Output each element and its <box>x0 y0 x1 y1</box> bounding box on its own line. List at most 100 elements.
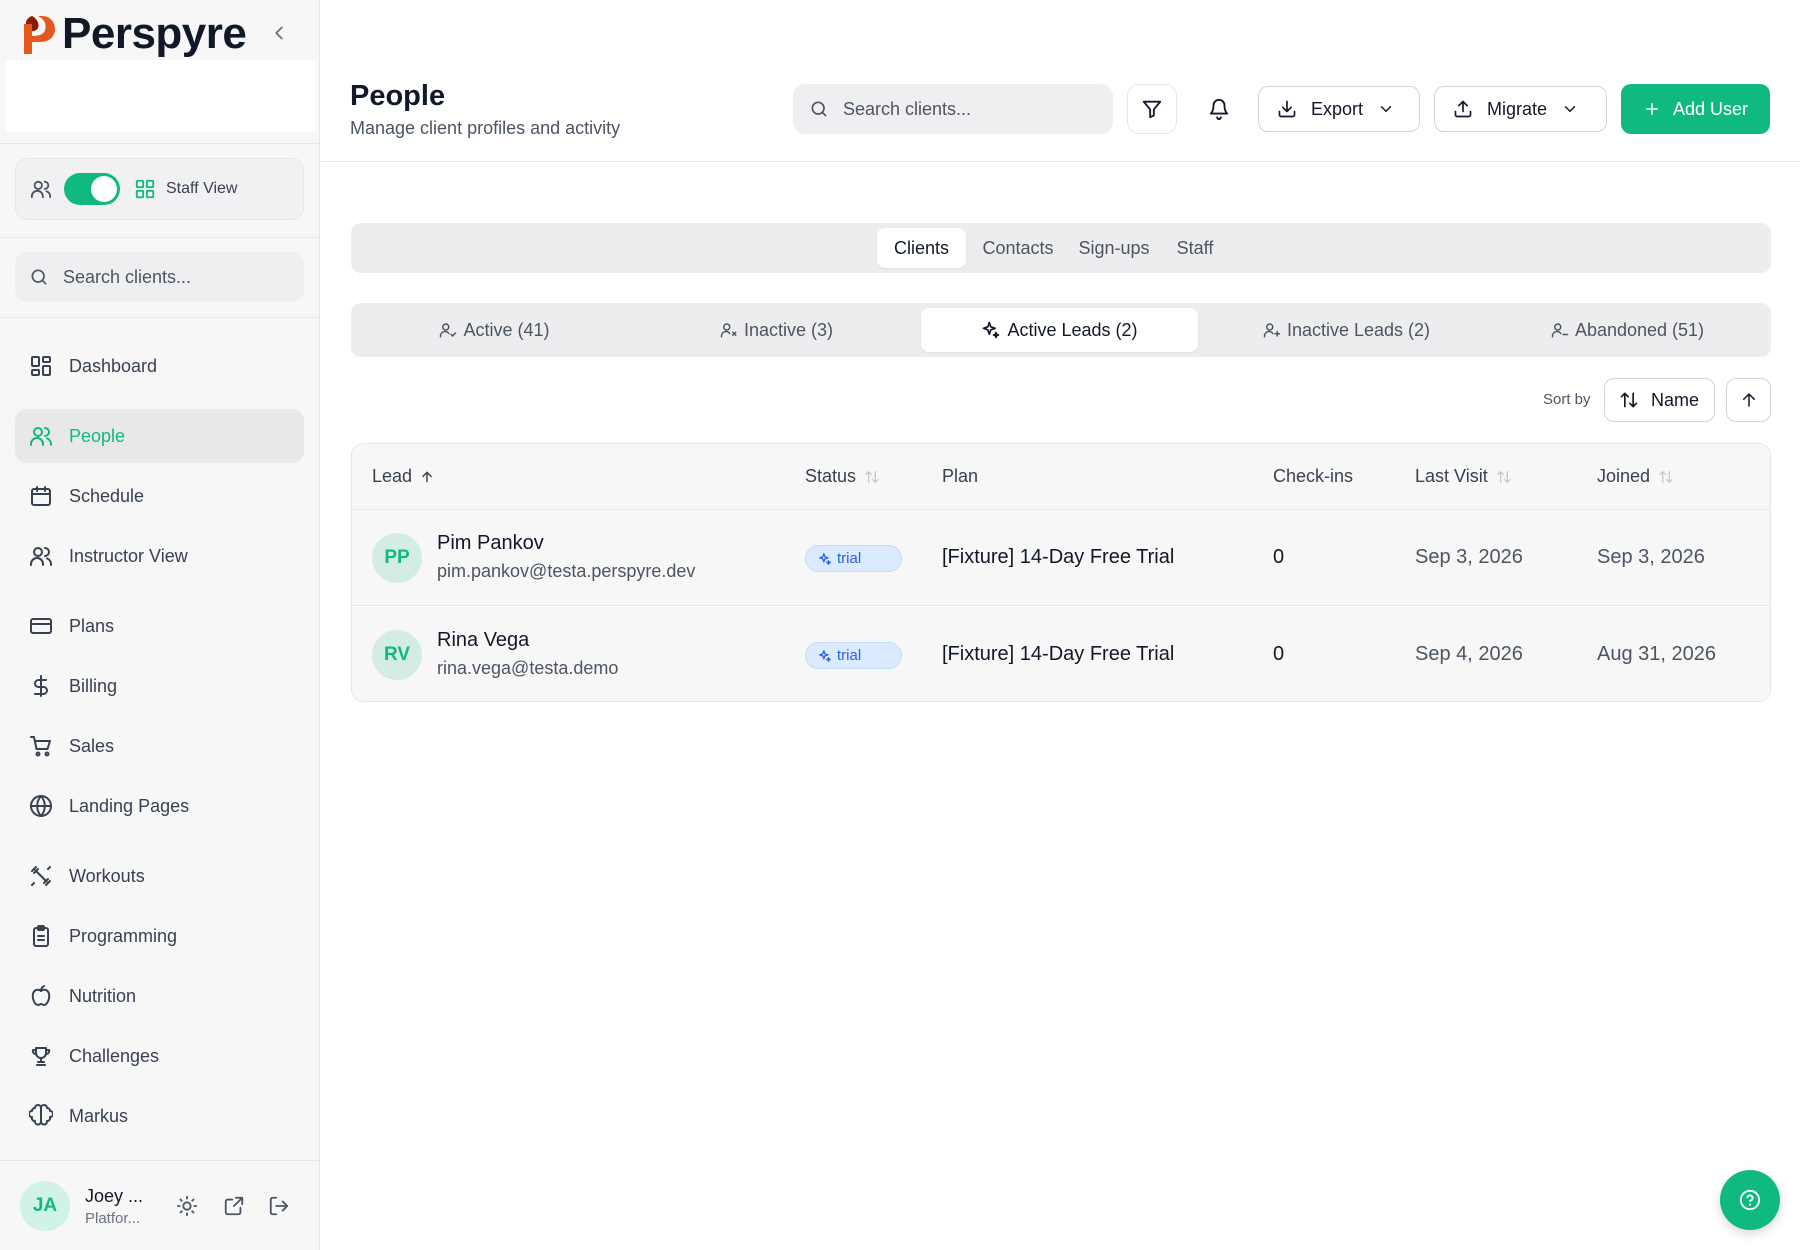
status-label: trial <box>837 550 862 567</box>
brain-icon <box>29 1104 53 1128</box>
lead-name[interactable]: Pim Pankov <box>437 532 544 555</box>
bell-icon[interactable] <box>1207 97 1231 121</box>
column-status[interactable]: Status <box>805 466 880 487</box>
last-visit-cell: Sep 4, 2026 <box>1415 643 1523 665</box>
users-icon <box>29 544 53 568</box>
chevron-down-icon <box>1561 100 1579 118</box>
sidebar-item-billing[interactable]: Billing <box>15 659 304 713</box>
sidebar-item-programming[interactable]: Programming <box>15 909 304 963</box>
sidebar-item-landing-pages[interactable]: Landing Pages <box>15 779 304 833</box>
tab-contacts[interactable]: Contacts <box>973 228 1063 268</box>
sidebar-item-label: Landing Pages <box>69 795 190 816</box>
joined-cell: Aug 31, 2026 <box>1597 643 1716 665</box>
filter-button[interactable] <box>1127 84 1177 134</box>
tab-active[interactable]: Active (41) <box>356 308 633 352</box>
tab-inactive-leads[interactable]: Inactive Leads (2) <box>1208 308 1485 352</box>
sort-field-label: Name <box>1651 389 1700 410</box>
column-label: Check-ins <box>1273 466 1354 486</box>
tab-label: Abandoned (51) <box>1574 319 1705 340</box>
sidebar-search <box>15 252 304 302</box>
users-icon <box>30 178 52 200</box>
column-joined[interactable]: Joined <box>1597 466 1674 487</box>
sidebar-item-sales[interactable]: Sales <box>15 719 304 773</box>
help-button[interactable] <box>1720 1170 1780 1230</box>
sort-field-button[interactable]: Name <box>1604 378 1715 422</box>
avatar: PP <box>372 533 422 583</box>
lead-name[interactable]: Rina Vega <box>437 629 529 652</box>
apple-icon <box>29 984 53 1008</box>
staff-view-label: Staff View <box>166 180 238 197</box>
staff-view-toggle[interactable] <box>64 173 120 205</box>
dollar-icon <box>29 674 53 698</box>
tab-sign-ups[interactable]: Sign-ups <box>1067 228 1161 268</box>
add-user-button[interactable]: Add User <box>1621 84 1770 134</box>
status-tabs: Active (41) Inactive (3) Active Leads (2… <box>351 303 1771 357</box>
sidebar-item-plans[interactable]: Plans <box>15 599 304 653</box>
brand-logo-icon <box>18 10 58 58</box>
joined-cell: Sep 3, 2026 <box>1597 546 1705 568</box>
sidebar-item-dashboard[interactable]: Dashboard <box>15 339 304 393</box>
dashboard-icon <box>29 354 53 378</box>
sort-icon <box>864 469 880 485</box>
check-ins-cell: 0 <box>1273 643 1285 665</box>
view-toggle: Staff View <box>15 158 304 220</box>
toggle-knob <box>91 176 117 202</box>
external-link-icon[interactable] <box>223 1195 245 1217</box>
migrate-button[interactable]: Migrate <box>1434 86 1607 132</box>
column-label: Lead <box>372 466 413 486</box>
sun-icon[interactable] <box>176 1195 198 1217</box>
sidebar-item-instructor-view[interactable]: Instructor View <box>15 529 304 583</box>
leads-table: Lead Status Plan Check-ins Last Visit Jo… <box>351 443 1771 702</box>
sidebar-item-label: Instructor View <box>69 545 188 566</box>
tab-abandoned[interactable]: Abandoned (51) <box>1489 308 1766 352</box>
lead-email: rina.vega@testa.demo <box>437 658 619 678</box>
status-label: trial <box>837 647 862 664</box>
lead-email: pim.pankov@testa.perspyre.dev <box>437 561 696 581</box>
table-row[interactable]: RV Rina Vega rina.vega@testa.demo trial … <box>352 607 1770 701</box>
sort-label: Sort by <box>1543 391 1591 408</box>
trophy-icon <box>29 1044 53 1068</box>
sidebar-item-workouts[interactable]: Workouts <box>15 849 304 903</box>
sidebar-search-input[interactable] <box>63 266 283 288</box>
column-plan: Plan <box>942 466 978 487</box>
sidebar-item-nutrition[interactable]: Nutrition <box>15 969 304 1023</box>
credit-card-icon <box>29 614 53 638</box>
column-last-visit[interactable]: Last Visit <box>1415 466 1512 487</box>
export-button[interactable]: Export <box>1258 86 1420 132</box>
user-minus-icon <box>1551 321 1569 339</box>
clipboard-icon <box>29 924 53 948</box>
brand[interactable]: Perspyre <box>18 8 247 60</box>
user-avatar[interactable]: JA <box>20 1181 70 1231</box>
sidebar-item-markus[interactable]: Markus <box>15 1089 304 1143</box>
sidebar-item-label: Programming <box>69 925 178 946</box>
sparkles-icon <box>818 552 832 566</box>
tab-staff[interactable]: Staff <box>1165 228 1225 268</box>
status-badge: trial <box>805 545 902 572</box>
sidebar-item-challenges[interactable]: Challenges <box>15 1029 304 1083</box>
tab-inactive[interactable]: Inactive (3) <box>638 308 915 352</box>
sidebar: Perspyre Staff View Dashboard People Sch… <box>0 0 320 1250</box>
tab-label: Inactive (3) <box>743 319 834 340</box>
tab-label: Active (41) <box>463 319 550 340</box>
sidebar-item-label: Markus <box>69 1105 129 1126</box>
page-subtitle: Manage client profiles and activity <box>350 118 621 138</box>
export-label: Export <box>1311 98 1364 119</box>
sort-direction-button[interactable] <box>1726 378 1771 422</box>
tab-active-leads[interactable]: Active Leads (2) <box>921 308 1198 352</box>
sidebar-item-label: Dashboard <box>69 355 158 376</box>
collapse-sidebar-button[interactable] <box>268 22 290 44</box>
header-search <box>793 84 1113 134</box>
column-lead[interactable]: Lead <box>372 466 434 487</box>
sidebar-item-schedule[interactable]: Schedule <box>15 469 304 523</box>
user-plus-icon <box>1263 321 1281 339</box>
tab-clients[interactable]: Clients <box>877 228 966 268</box>
table-row[interactable]: PP Pim Pankov pim.pankov@testa.perspyre.… <box>352 510 1770 606</box>
header-search-input[interactable] <box>843 98 1093 120</box>
grid-icon <box>134 178 156 200</box>
brand-name: Perspyre <box>62 9 247 58</box>
logout-icon[interactable] <box>268 1195 290 1217</box>
sidebar-item-people[interactable]: People <box>15 409 304 463</box>
user-role: Platfor... <box>85 1210 141 1227</box>
migrate-label: Migrate <box>1487 98 1548 119</box>
sidebar-item-label: Nutrition <box>69 985 137 1006</box>
